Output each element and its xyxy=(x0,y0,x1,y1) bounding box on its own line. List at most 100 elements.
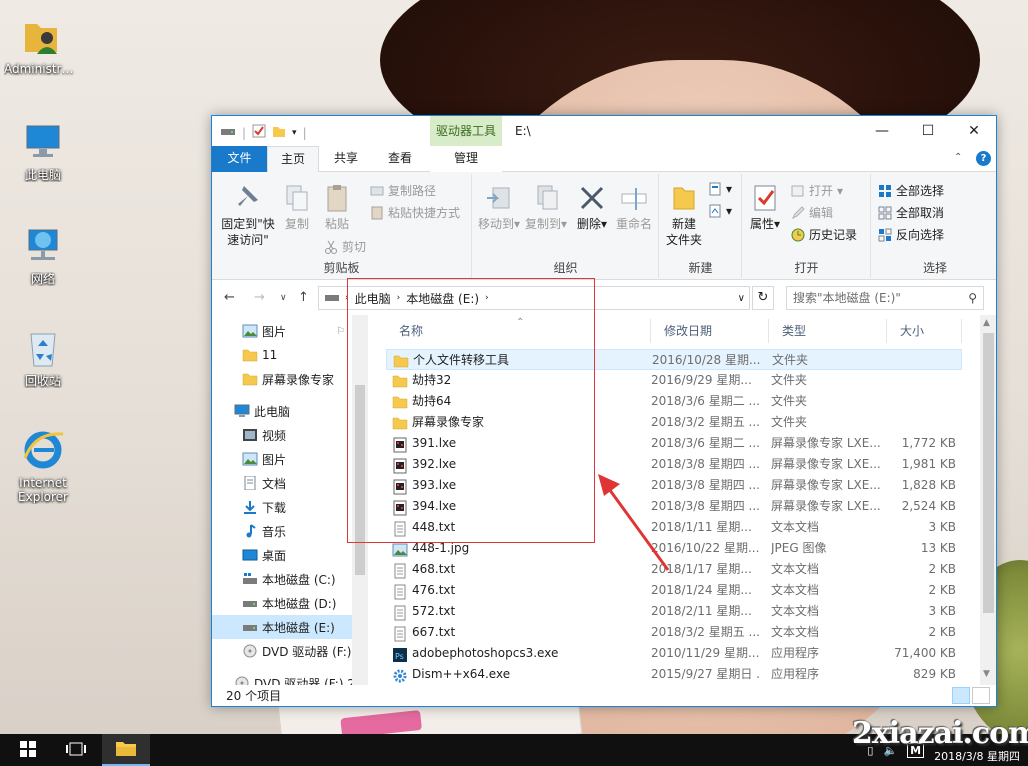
nav-item[interactable]: 屏幕录像专家 xyxy=(212,367,368,391)
close-button[interactable]: ✕ xyxy=(951,116,996,146)
refresh-button[interactable]: ↻ xyxy=(752,286,774,310)
nav-item[interactable]: DVD 驱动器 (F:) 2 xyxy=(212,671,368,685)
new-item-button[interactable]: ▾ xyxy=(708,182,732,196)
search-input[interactable]: 搜索"本地磁盘 (E:)" ⚲ xyxy=(786,286,984,310)
file-row[interactable]: Ps adobephotoshopcs3.exe 2010/11/29 星期... 应… xyxy=(386,643,962,664)
large-icons-view-icon[interactable] xyxy=(972,687,990,704)
properties-button[interactable]: 属性▾ xyxy=(747,182,783,232)
nav-item[interactable]: 文档 xyxy=(212,471,368,495)
paste-button[interactable]: 粘贴 xyxy=(320,182,354,232)
collapse-ribbon-icon[interactable]: ⌃ xyxy=(954,152,962,163)
column-header-type[interactable]: 类型 xyxy=(769,319,887,343)
maximize-button[interactable]: ☐ xyxy=(905,116,951,146)
file-row[interactable]: 屏幕录像专家 2018/3/2 星期五 ... 文件夹 xyxy=(386,412,962,433)
nav-item[interactable]: 图片 ⚐ xyxy=(212,319,368,343)
nav-item[interactable]: 音乐 xyxy=(212,519,368,543)
address-dropdown-icon[interactable]: ∨ xyxy=(738,293,745,304)
desktop-icon-network[interactable]: 网络 xyxy=(6,224,80,286)
file-row[interactable]: 448.txt 2018/1/11 星期... 文本文档 3 KB xyxy=(386,517,962,538)
nav-item[interactable]: 本地磁盘 (C:) xyxy=(212,567,368,591)
tab-manage[interactable]: 管理 xyxy=(430,146,502,172)
tab-file[interactable]: 文件 xyxy=(212,146,267,172)
nav-item[interactable]: 本地磁盘 (D:) xyxy=(212,591,368,615)
file-list-scrollbar[interactable]: ▲ ▼ xyxy=(980,315,996,685)
address-bar[interactable]: › 此电脑 › 本地磁盘 (E:) › ∨ xyxy=(318,286,750,310)
navigation-pane-scrollbar[interactable] xyxy=(352,315,368,685)
nav-item-label: 此电脑 xyxy=(254,404,291,419)
breadcrumb-this-pc[interactable]: 此电脑 xyxy=(355,290,391,307)
customize-qat-icon[interactable]: ▾ xyxy=(292,128,297,138)
taskbar-file-explorer[interactable] xyxy=(102,734,150,766)
start-button[interactable] xyxy=(4,734,52,766)
minimize-button[interactable]: — xyxy=(859,116,905,146)
paste-shortcut-button[interactable]: 粘贴快捷方式 xyxy=(370,204,460,221)
open-button[interactable]: 打开 ▾ xyxy=(791,182,843,199)
file-row[interactable]: 劫持32 2016/9/29 星期... 文件夹 xyxy=(386,370,962,391)
select-all-button[interactable]: 全部选择 xyxy=(878,182,944,199)
up-arrow-icon[interactable]: ↑ xyxy=(298,290,309,305)
nav-item[interactable]: 视频 xyxy=(212,423,368,447)
tab-view[interactable]: 查看 xyxy=(374,146,426,172)
nav-item[interactable]: 11 xyxy=(212,343,368,367)
pin-quick-access-button[interactable]: 固定到"快速访问" xyxy=(218,182,278,248)
task-view-button[interactable] xyxy=(52,734,100,766)
file-type: 屏幕录像专家 LXE... xyxy=(771,436,881,450)
scroll-down-icon[interactable]: ▼ xyxy=(983,669,990,679)
watermark-logo: 2xiazai.com xyxy=(852,716,1028,751)
invert-selection-button[interactable]: 反向选择 xyxy=(878,226,944,243)
cut-button[interactable]: 剪切 xyxy=(324,238,366,255)
forward-arrow-icon[interactable]: → xyxy=(254,290,265,305)
file-date: 2018/1/17 星期... xyxy=(651,562,752,576)
file-row[interactable]: 572.txt 2018/2/11 星期... 文本文档 3 KB xyxy=(386,601,962,622)
file-row[interactable]: 468.txt 2018/1/17 星期... 文本文档 2 KB xyxy=(386,559,962,580)
nav-item[interactable]: 图片 xyxy=(212,447,368,471)
file-row[interactable]: 667.txt 2018/3/2 星期五 ... 文本文档 2 KB xyxy=(386,622,962,643)
tab-share[interactable]: 共享 xyxy=(322,146,370,172)
file-row[interactable]: 393.lxe 2018/3/8 星期四 ... 屏幕录像专家 LXE... 1,82… xyxy=(386,475,962,496)
tab-home[interactable]: 主页 xyxy=(267,146,319,173)
column-header-label: 类型 xyxy=(782,324,807,338)
scrollbar-thumb[interactable] xyxy=(983,333,994,613)
breadcrumb-drive-e[interactable]: 本地磁盘 (E:) xyxy=(406,290,479,307)
easy-access-button[interactable]: ▾ xyxy=(708,204,732,218)
nav-item[interactable]: DVD 驱动器 (F:) xyxy=(212,639,368,663)
history-button[interactable]: 历史记录 xyxy=(791,226,857,243)
move-to-button[interactable]: 移动到▾ xyxy=(477,182,521,232)
column-header-name[interactable]: 名称 ⌃ xyxy=(386,317,651,343)
nav-item[interactable]: 下载 xyxy=(212,495,368,519)
new-folder-quick-icon[interactable] xyxy=(272,124,286,141)
back-arrow-icon[interactable]: ← xyxy=(224,290,235,305)
clipboard-group-label: 剪贴板 xyxy=(323,261,360,275)
file-row[interactable]: 448-1.jpg 2016/10/22 星期... JPEG 图像 13 KB xyxy=(386,538,962,559)
file-row[interactable]: Dism++x64.exe 2015/9/27 星期日 ... 应用程序 829 KB xyxy=(386,664,962,685)
help-icon[interactable]: ? xyxy=(976,151,991,166)
edit-button[interactable]: 编辑 xyxy=(791,204,833,221)
column-header-date[interactable]: 修改日期 xyxy=(651,319,769,343)
file-row[interactable]: 392.lxe 2018/3/8 星期四 ... 屏幕录像专家 LXE... 1,98… xyxy=(386,454,962,475)
column-header-size[interactable]: 大小 xyxy=(887,319,962,343)
desktop-icon-this-pc[interactable]: 此电脑 xyxy=(6,120,80,182)
file-row[interactable]: 劫持64 2018/3/6 星期二 ... 文件夹 xyxy=(386,391,962,412)
new-folder-button[interactable]: 新建 文件夹 xyxy=(664,182,704,248)
scroll-up-icon[interactable]: ▲ xyxy=(983,318,990,328)
file-row[interactable]: 394.lxe 2018/3/8 星期四 ... 屏幕录像专家 LXE... 2,52… xyxy=(386,496,962,517)
properties-check-icon[interactable] xyxy=(252,124,266,141)
details-view-icon[interactable] xyxy=(952,687,970,704)
file-row[interactable]: 476.txt 2018/1/24 星期... 文本文档 2 KB xyxy=(386,580,962,601)
rename-button[interactable]: 重命名 xyxy=(613,182,655,232)
copy-to-button[interactable]: 复制到▾ xyxy=(523,182,569,232)
file-row[interactable]: 个人文件转移工具 2016/10/28 星期... 文件夹 xyxy=(386,349,962,370)
file-row[interactable]: 391.lxe 2018/3/6 星期二 ... 屏幕录像专家 LXE... 1,77… xyxy=(386,433,962,454)
nav-item[interactable]: 此电脑 xyxy=(212,399,368,423)
pinned-icon: ⚐ xyxy=(336,325,345,337)
desktop-icon-internet-explorer[interactable]: Internet Explorer xyxy=(6,428,80,504)
desktop-icon-recycle-bin[interactable]: 回收站 xyxy=(6,326,80,388)
nav-item[interactable]: 桌面 xyxy=(212,543,368,567)
delete-button[interactable]: 删除▾ xyxy=(575,182,609,232)
select-none-button[interactable]: 全部取消 xyxy=(878,204,944,221)
copy-button[interactable]: 复制 xyxy=(280,182,314,232)
desktop-icon-administrator[interactable]: Administra... xyxy=(4,14,78,76)
nav-item[interactable]: 本地磁盘 (E:) xyxy=(212,615,368,639)
recent-locations-icon[interactable]: ∨ xyxy=(280,293,287,303)
copy-path-button[interactable]: 复制路径 xyxy=(370,182,436,199)
